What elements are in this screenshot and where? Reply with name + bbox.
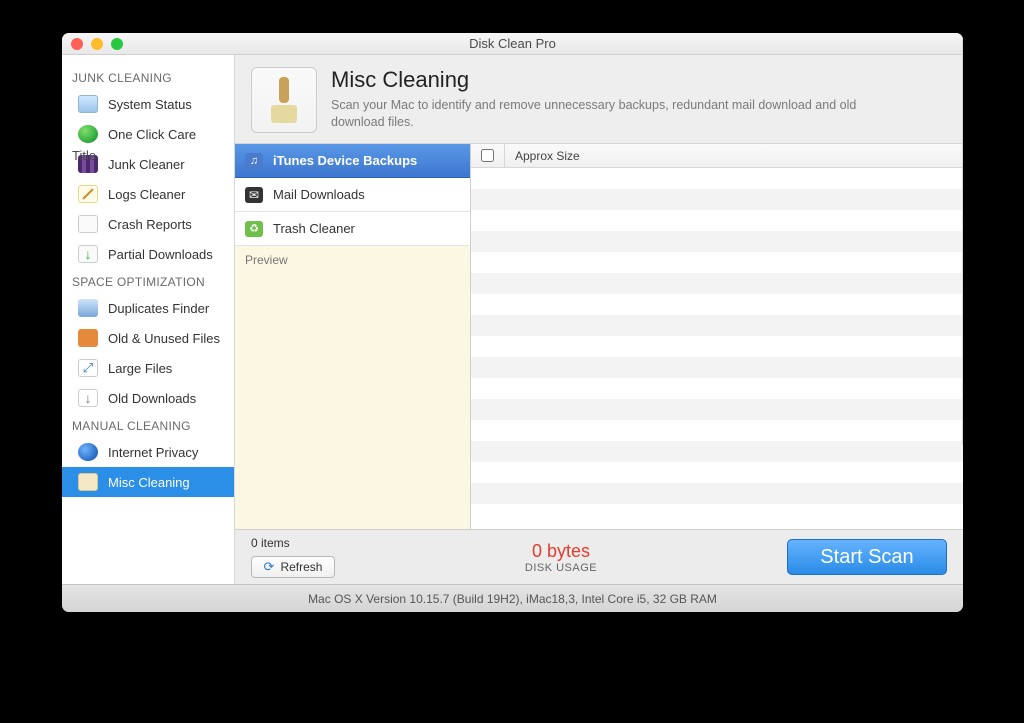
box-icon <box>78 329 98 347</box>
laptop-icon <box>78 95 98 113</box>
table-row <box>471 420 963 441</box>
table-body <box>471 168 963 529</box>
table-row <box>471 231 963 252</box>
trash-icon <box>245 221 263 237</box>
sidebar-item-duplicates-finder[interactable]: Duplicates Finder <box>62 293 234 323</box>
table-row <box>471 315 963 336</box>
table-row <box>471 399 963 420</box>
category-label: Mail Downloads <box>273 187 365 202</box>
footer-bar: 0 items Refresh 0 bytes DISK USAGE Start… <box>235 529 963 584</box>
broom-icon <box>78 473 98 491</box>
junk-icon <box>78 155 98 173</box>
sidebar-item-label: Partial Downloads <box>108 247 213 262</box>
crash-icon <box>78 215 98 233</box>
table-row <box>471 252 963 273</box>
refresh-button[interactable]: Refresh <box>251 556 335 578</box>
disk-usage-bytes: 0 bytes <box>335 541 787 562</box>
disk-usage-label: DISK USAGE <box>335 562 787 574</box>
sidebar-item-label: Large Files <box>108 361 172 376</box>
window-title: Disk Clean Pro <box>62 36 963 51</box>
preview-label: Preview <box>245 253 288 267</box>
brush-icon <box>269 77 299 123</box>
sidebar-item-label: Misc Cleaning <box>108 475 190 490</box>
section-header-space: SPACE OPTIMIZATION <box>62 269 234 293</box>
sidebar-item-logs-cleaner[interactable]: Logs Cleaner <box>62 179 234 209</box>
category-trash-cleaner[interactable]: Trash Cleaner <box>235 212 470 246</box>
sidebar-item-label: Duplicates Finder <box>108 301 209 316</box>
sidebar-item-label: Crash Reports <box>108 217 192 232</box>
sidebar-item-label: System Status <box>108 97 192 112</box>
sidebar-item-label: Logs Cleaner <box>108 187 185 202</box>
table-row <box>471 462 963 483</box>
table-row <box>471 189 963 210</box>
table-row <box>471 210 963 231</box>
globe-icon <box>78 443 98 461</box>
minimize-icon[interactable] <box>91 38 103 50</box>
table-row <box>471 336 963 357</box>
table-row <box>471 273 963 294</box>
start-scan-label: Start Scan <box>820 546 913 569</box>
sidebar-item-label: Internet Privacy <box>108 445 198 460</box>
music-icon <box>245 153 263 169</box>
category-label: Trash Cleaner <box>273 221 355 236</box>
column-approx-size[interactable]: Approx Size <box>505 144 625 167</box>
category-column: iTunes Device Backups Mail Downloads Tra… <box>235 144 471 529</box>
start-scan-button[interactable]: Start Scan <box>787 539 947 575</box>
table-row <box>471 441 963 462</box>
sidebar-item-one-click-care[interactable]: One Click Care <box>62 119 234 149</box>
category-label: iTunes Device Backups <box>273 153 417 168</box>
sidebar-item-partial-downloads[interactable]: Partial Downloads <box>62 239 234 269</box>
sidebar-item-old-unused[interactable]: Old & Unused Files <box>62 323 234 353</box>
old-downloads-icon <box>78 389 98 407</box>
table-row <box>471 357 963 378</box>
large-files-icon <box>78 359 98 377</box>
close-icon[interactable] <box>71 38 83 50</box>
traffic-lights <box>71 38 123 50</box>
select-all-checkbox[interactable] <box>481 149 494 162</box>
mail-icon <box>245 187 263 203</box>
table-row <box>471 378 963 399</box>
logs-icon <box>78 185 98 203</box>
table-row <box>471 168 963 189</box>
preview-pane: Preview <box>235 246 470 529</box>
duplicates-icon <box>78 299 98 317</box>
status-bar: Mac OS X Version 10.15.7 (Build 19H2), i… <box>62 584 963 612</box>
status-text: Mac OS X Version 10.15.7 (Build 19H2), i… <box>308 592 717 606</box>
app-window: Disk Clean Pro JUNK CLEANING System Stat… <box>62 33 963 612</box>
page-subtitle: Scan your Mac to identify and remove unn… <box>331 97 891 131</box>
category-mail-downloads[interactable]: Mail Downloads <box>235 178 470 212</box>
sidebar-item-label: Old & Unused Files <box>108 331 220 346</box>
main-panel: Misc Cleaning Scan your Mac to identify … <box>235 55 963 584</box>
main-header: Misc Cleaning Scan your Mac to identify … <box>235 55 963 144</box>
table-row <box>471 483 963 504</box>
column-checkbox[interactable] <box>471 144 505 167</box>
category-itunes-backups[interactable]: iTunes Device Backups <box>235 144 470 178</box>
sidebar-item-crash-reports[interactable]: Crash Reports <box>62 209 234 239</box>
sidebar-item-label: Junk Cleaner <box>108 157 185 172</box>
results-table: Title Approx Size <box>471 144 963 529</box>
table-header: Title Approx Size <box>471 144 963 168</box>
care-icon <box>78 125 98 143</box>
refresh-label: Refresh <box>280 560 322 574</box>
sidebar: JUNK CLEANING System Status One Click Ca… <box>62 55 235 584</box>
page-title: Misc Cleaning <box>331 67 891 93</box>
sidebar-item-misc-cleaning[interactable]: Misc Cleaning <box>62 467 234 497</box>
section-header-junk: JUNK CLEANING <box>62 65 234 89</box>
sidebar-item-label: One Click Care <box>108 127 196 142</box>
sidebar-item-internet-privacy[interactable]: Internet Privacy <box>62 437 234 467</box>
header-icon <box>251 67 317 133</box>
sidebar-item-label: Old Downloads <box>108 391 196 406</box>
table-row <box>471 294 963 315</box>
download-icon <box>78 245 98 263</box>
items-count: 0 items <box>251 536 335 550</box>
titlebar: Disk Clean Pro <box>62 33 963 55</box>
zoom-icon[interactable] <box>111 38 123 50</box>
sidebar-item-large-files[interactable]: Large Files <box>62 353 234 383</box>
sidebar-item-junk-cleaner[interactable]: Junk Cleaner <box>62 149 234 179</box>
sidebar-item-old-downloads[interactable]: Old Downloads <box>62 383 234 413</box>
sidebar-item-system-status[interactable]: System Status <box>62 89 234 119</box>
section-header-manual: MANUAL CLEANING <box>62 413 234 437</box>
